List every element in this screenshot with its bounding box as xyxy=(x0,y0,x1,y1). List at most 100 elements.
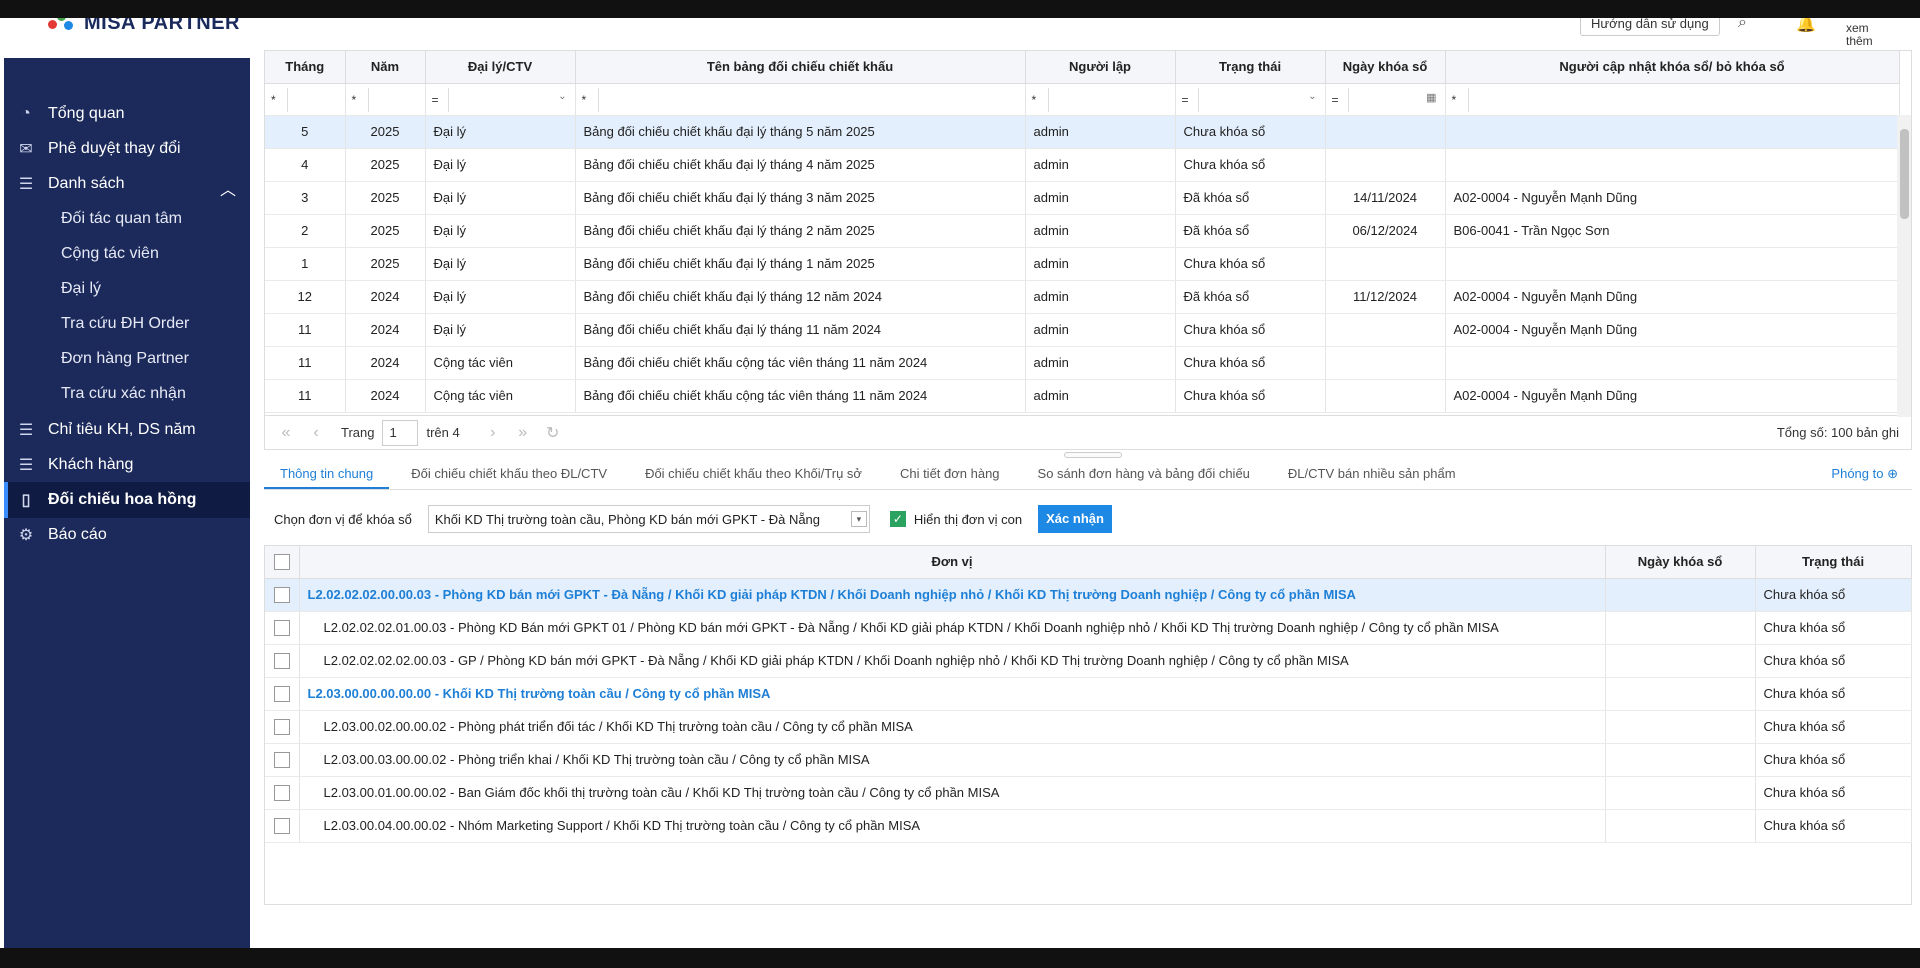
row-checkbox[interactable] xyxy=(273,784,290,801)
sidebar-item-5[interactable]: Đại lý xyxy=(4,271,250,307)
filter-input[interactable] xyxy=(367,87,421,112)
filter-operator[interactable]: * xyxy=(582,93,596,107)
row-checkbox[interactable] xyxy=(273,817,290,834)
table-row[interactable]: 3 2025 Đại lý Bảng đối chiếu chiết khấu đại… xyxy=(265,181,1900,215)
column-header[interactable]: Ngày khóa sổ xyxy=(1605,546,1756,579)
table-row[interactable]: L2.03.00.00.00.00.00 - Khối KD Thị trườn… xyxy=(265,677,1912,711)
filter-input[interactable]: ⌄ xyxy=(1197,87,1321,112)
tab-0[interactable]: Thông tin chung xyxy=(264,458,390,489)
select-all-checkbox[interactable] xyxy=(273,554,290,571)
sidebar-item-11[interactable]: ▯ Đối chiếu hoa hồng xyxy=(4,482,250,518)
table-row[interactable]: L2.03.00.04.00.00.02 - Nhóm Marketing Su… xyxy=(265,809,1912,843)
scrollbar-thumb[interactable] xyxy=(1900,129,1909,219)
column-header[interactable]: Trạng thái xyxy=(1755,546,1912,579)
sidebar-item-9[interactable]: ☰ Chỉ tiêu KH, DS năm xyxy=(4,412,250,448)
sidebar-item-2[interactable]: ☰ Danh sách ︿ xyxy=(4,166,250,202)
table-row[interactable]: L2.03.00.03.00.00.02 - Phòng triển khai … xyxy=(265,743,1912,777)
column-header[interactable]: Tên bảng đối chiếu chiết khấu xyxy=(575,51,1026,84)
calendar-icon[interactable]: ▦ xyxy=(1426,91,1436,104)
table-cell: Bảng đối chiếu chiết khấu đại lý tháng 1… xyxy=(575,247,1026,281)
filter-input[interactable]: ▦ xyxy=(1347,87,1441,112)
row-checkbox[interactable] xyxy=(273,718,290,735)
sidebar-item-10[interactable]: ☰ Khách hàng xyxy=(4,447,250,483)
show-children-checkbox[interactable]: ✓ xyxy=(889,511,906,527)
table-row[interactable]: 11 2024 Cộng tác viên Bảng đối chiếu chiết … xyxy=(265,346,1900,380)
filter-operator[interactable]: = xyxy=(1332,93,1346,107)
user-guide-button[interactable]: Hướng dẫn sử dụng xyxy=(1580,18,1720,36)
row-checkbox[interactable] xyxy=(273,751,290,768)
sidebar-item-1[interactable]: ✉ Phê duyệt thay đổi xyxy=(4,131,250,167)
filter-operator[interactable]: = xyxy=(432,93,446,107)
filter-operator[interactable]: * xyxy=(1452,93,1466,107)
sidebar-item-4[interactable]: Cộng tác viên xyxy=(4,236,250,272)
column-header[interactable]: Năm xyxy=(345,51,426,84)
filter-input[interactable] xyxy=(597,87,1021,112)
column-header[interactable]: Trạng thái xyxy=(1175,51,1326,84)
column-header[interactable]: Người lập xyxy=(1025,51,1176,84)
table-row[interactable]: L2.03.00.01.00.00.02 - Ban Giám đốc khối… xyxy=(265,776,1912,810)
tab-4[interactable]: So sánh đơn hàng và bảng đối chiếu xyxy=(1022,458,1266,489)
row-checkbox[interactable] xyxy=(273,652,290,669)
table-row[interactable]: 2 2025 Đại lý Bảng đối chiếu chiết khấu đại… xyxy=(265,214,1900,248)
column-header[interactable]: Người cập nhật khóa sổ/ bỏ khóa sổ xyxy=(1445,51,1900,84)
table-row[interactable]: 1 2025 Đại lý Bảng đối chiếu chiết khấu đại… xyxy=(265,247,1900,281)
chevron-down-icon[interactable]: ⌄ xyxy=(1308,91,1316,102)
chevron-down-icon[interactable]: ▾ xyxy=(850,511,867,527)
filter-operator[interactable]: * xyxy=(271,93,285,107)
search-icon[interactable]: ⌕ xyxy=(1738,18,1747,32)
table-row[interactable]: L2.03.00.02.00.00.02 - Phòng phát triển … xyxy=(265,710,1912,744)
zoom-button[interactable]: Phóng to ⊕ xyxy=(1831,466,1898,482)
column-header[interactable]: Đại lý/CTV xyxy=(425,51,576,84)
table-row[interactable]: 11 2024 Cộng tác viên Bảng đối chiếu chiết … xyxy=(265,379,1900,413)
filter-operator[interactable]: * xyxy=(1032,93,1046,107)
unit-select-combo[interactable]: Khối KD Thị trường toàn cầu, Phòng KD bá… xyxy=(427,505,870,533)
tab-5[interactable]: ĐL/CTV bán nhiều sản phẩm xyxy=(1272,458,1472,489)
first-page-icon[interactable]: « xyxy=(277,424,295,442)
sidebar-item-8[interactable]: Tra cứu xác nhận xyxy=(4,376,250,412)
row-checkbox[interactable] xyxy=(273,586,290,603)
row-checkbox-cell xyxy=(265,809,300,843)
filter-operator[interactable]: * xyxy=(352,93,366,107)
column-header[interactable]: Ngày khóa sổ xyxy=(1325,51,1446,84)
table-cell xyxy=(1445,148,1900,182)
brand-logo[interactable]: MISA PARTNER xyxy=(48,18,240,34)
row-checkbox[interactable] xyxy=(273,619,290,636)
row-checkbox[interactable] xyxy=(273,685,290,702)
table-row[interactable]: 11 2024 Đại lý Bảng đối chiếu chiết khấu đạ… xyxy=(265,313,1900,347)
table-row[interactable]: L2.02.02.02.00.00.03 - Phòng KD bán mới … xyxy=(265,578,1912,612)
table-cell: admin xyxy=(1025,214,1176,248)
chevron-down-icon[interactable]: ⌄ xyxy=(558,91,566,102)
sidebar-item-0[interactable]: ◔ Tổng quan xyxy=(4,96,250,132)
confirm-button[interactable]: Xác nhận xyxy=(1038,505,1112,533)
refresh-icon[interactable]: ↻ xyxy=(544,423,562,443)
tab-1[interactable]: Đối chiếu chiết khấu theo ĐL/CTV xyxy=(395,458,623,489)
table-row[interactable]: 4 2025 Đại lý Bảng đối chiếu chiết khấu đại… xyxy=(265,148,1900,182)
prev-page-icon[interactable]: ‹ xyxy=(307,424,325,442)
next-page-icon[interactable]: › xyxy=(484,424,502,442)
filter-input[interactable] xyxy=(1467,87,1895,112)
last-page-icon[interactable]: » xyxy=(514,424,532,442)
filter-input[interactable]: ⌄ xyxy=(447,87,571,112)
sidebar-item-12[interactable]: ⚙ Báo cáo xyxy=(4,517,250,553)
sidebar-item-3[interactable]: Đối tác quan tâm xyxy=(4,201,250,237)
sidebar-item-7[interactable]: Đơn hàng Partner xyxy=(4,341,250,377)
more-link[interactable]: xem thêm xyxy=(1846,22,1886,48)
table-row[interactable]: 12 2024 Đại lý Bảng đối chiếu chiết khấu đạ… xyxy=(265,280,1900,314)
column-header[interactable]: Đơn vị xyxy=(299,546,1606,579)
table-row[interactable]: L2.02.02.02.01.00.03 - Phòng KD Bán mới … xyxy=(265,611,1912,645)
table-row[interactable]: 5 2025 Đại lý Bảng đối chiếu chiết khấu đại… xyxy=(265,115,1900,149)
filter-operator[interactable]: = xyxy=(1182,93,1196,107)
table-row[interactable]: L2.02.02.02.02.00.03 - GP / Phòng KD bán… xyxy=(265,644,1912,678)
tab-2[interactable]: Đối chiếu chiết khấu theo Khối/Trụ sở xyxy=(629,458,878,489)
page-number-input[interactable]: 1 xyxy=(382,419,419,446)
tab-3[interactable]: Chi tiết đơn hàng xyxy=(884,458,1016,489)
table-cell: Đại lý xyxy=(425,280,576,314)
filter-input[interactable] xyxy=(287,87,341,112)
filter-input[interactable] xyxy=(1047,87,1171,112)
sidebar-item-6[interactable]: Tra cứu ĐH Order xyxy=(4,306,250,342)
vertical-scrollbar[interactable] xyxy=(1897,115,1911,417)
column-header[interactable]: Tháng xyxy=(265,51,346,84)
bell-icon[interactable]: 🔔 xyxy=(1796,18,1816,34)
chevron-up-icon[interactable]: ︿ xyxy=(220,176,236,200)
table-cell: 2024 xyxy=(345,346,426,380)
